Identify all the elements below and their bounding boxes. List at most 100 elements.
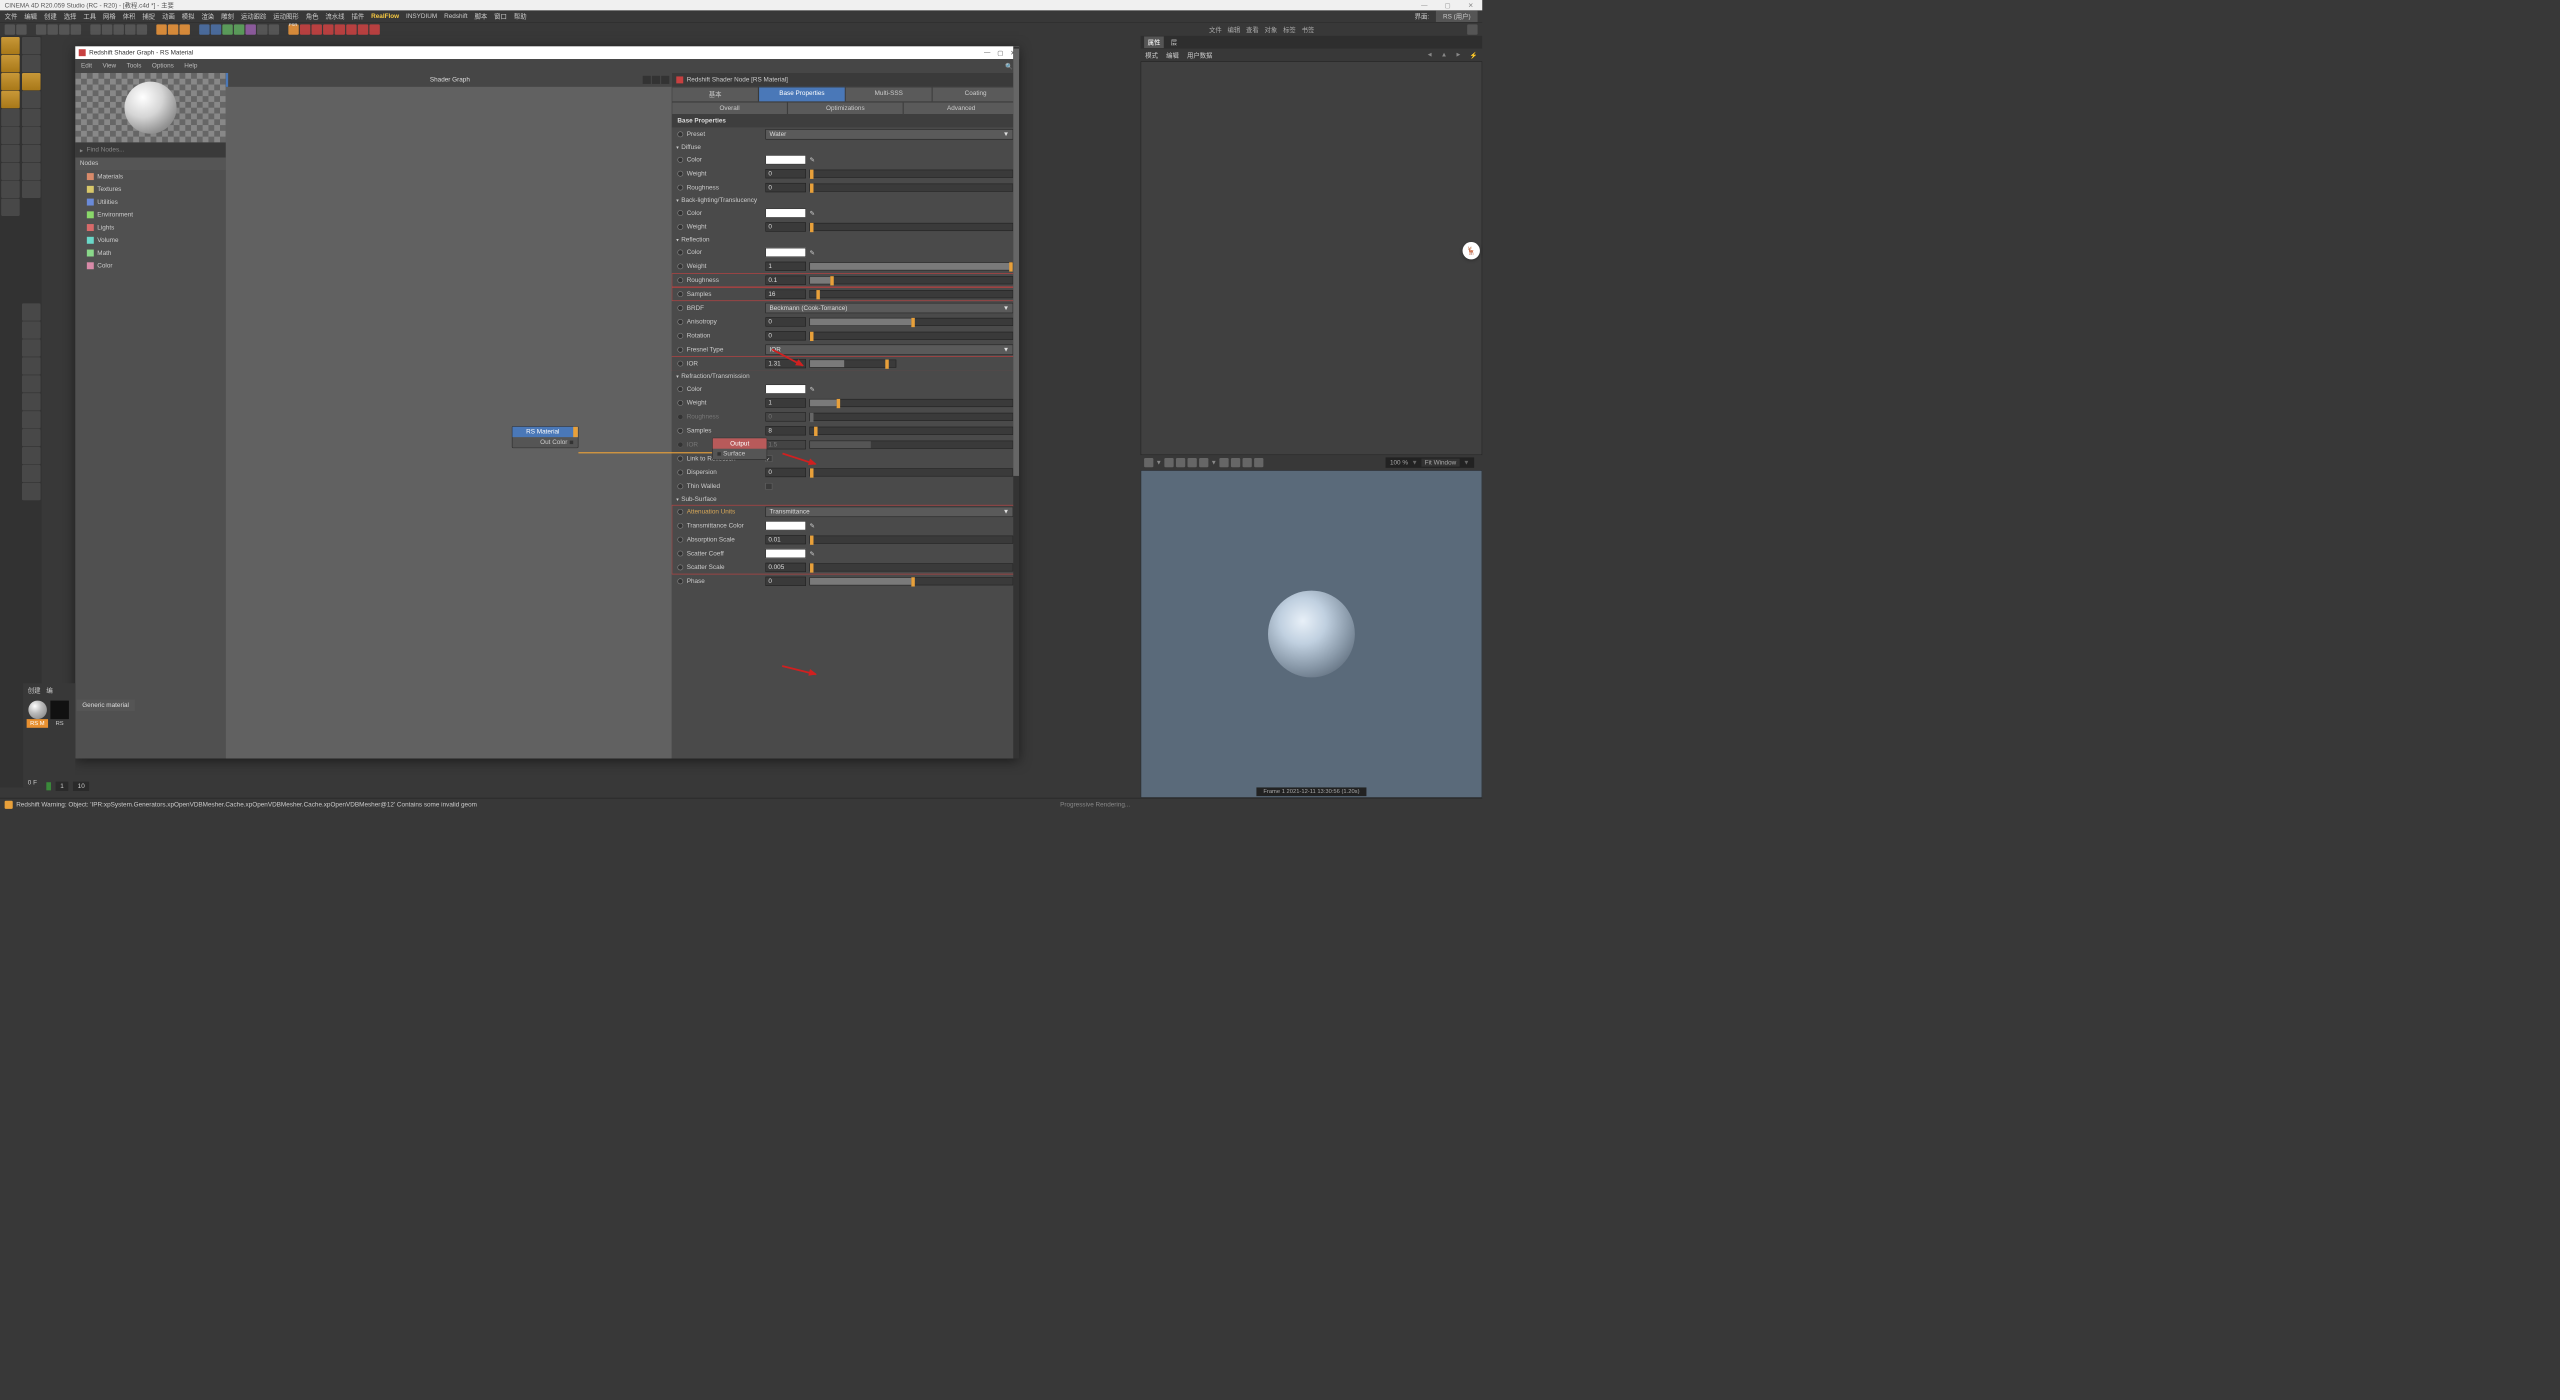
shader-graph-titlebar[interactable]: Redshift Shader Graph - RS Material — ▢ … [75,46,1019,59]
find-nodes-input[interactable]: ▸ Find Nodes... [75,142,226,157]
material-thumb-2[interactable] [50,701,69,720]
tool-m9[interactable] [22,447,41,464]
search-menu-object[interactable]: 对象 [1265,25,1278,34]
scale-icon[interactable] [59,24,69,34]
output-node-surface[interactable]: Surface [723,450,745,457]
playhead-icon[interactable] [46,782,51,790]
tool-poly[interactable] [1,91,20,108]
fresnel-dropdown[interactable]: IOR▼ [765,345,1013,355]
rv-grid-icon[interactable] [1176,458,1185,467]
color-picker-icon[interactable]: ✎ [809,386,816,393]
material-label-1[interactable]: RS M [27,719,48,728]
menu-tools[interactable]: 工具 [83,12,96,21]
psr-icon[interactable]: PSR [288,24,298,34]
render-view[interactable]: Frame 1 2021-12-11 13:30:56 (1.20s) [1141,470,1483,798]
snap-spline[interactable] [22,145,41,162]
disp-slider[interactable] [809,468,1013,476]
snap-enable[interactable] [22,37,41,54]
refr-samples-input[interactable]: 8 [765,426,806,435]
render-icon[interactable] [156,24,166,34]
node-category-materials[interactable]: Materials [75,170,226,183]
node-category-textures[interactable]: Textures [75,183,226,196]
tool-icon[interactable] [90,24,100,34]
scoeff-radio[interactable] [677,551,683,557]
search-menu-tag[interactable]: 标签 [1283,25,1296,34]
refl-samples-input[interactable]: 16 [765,290,806,299]
menu-edit[interactable]: 编辑 [24,12,37,21]
rotate-icon[interactable] [71,24,81,34]
tool-m7[interactable] [22,411,41,428]
absorp-input[interactable]: 0.01 [765,535,806,544]
absorp-slider[interactable] [809,536,1013,544]
brdf-radio[interactable] [677,305,683,311]
layout-dropdown[interactable]: RS (用户) [1436,10,1477,22]
sg-menu-options[interactable]: Options [152,63,174,70]
color-picker-icon[interactable]: ✎ [809,156,816,163]
rs-material-node[interactable]: RS Material Out Color [512,426,579,448]
rs-icon-2[interactable] [312,24,322,34]
tool-m11[interactable] [22,483,41,500]
snap-axis[interactable] [22,73,41,90]
tool-tex[interactable] [1,109,20,126]
rs-icon-3[interactable] [323,24,333,34]
scoeff-swatch[interactable] [765,549,806,558]
menu-script[interactable]: 脚本 [474,12,487,21]
fresnel-radio[interactable] [677,347,683,353]
rv-lock-icon[interactable] [1164,458,1173,467]
snap-vertex[interactable] [22,55,41,72]
tool-m10[interactable] [22,465,41,482]
color-picker-icon[interactable]: ✎ [809,210,816,217]
tab-coating[interactable]: Coating [932,87,1019,102]
aniso-input[interactable]: 0 [765,317,806,326]
tool-m8[interactable] [22,429,41,446]
rs-icon-7[interactable] [369,24,379,34]
thin-checkbox[interactable] [765,483,772,490]
undo-icon[interactable] [5,24,15,34]
rv-i3[interactable] [1242,458,1251,467]
deformer-icon[interactable] [234,24,244,34]
atten-dropdown[interactable]: Transmittance▼ [765,507,1013,517]
axis-x-icon[interactable] [102,24,112,34]
refl-color-radio[interactable] [677,250,683,256]
menu-animate[interactable]: 动画 [162,12,175,21]
modal-minimize-button[interactable]: — [984,49,990,57]
input-port[interactable] [717,452,720,455]
attr-edit[interactable]: 编辑 [1166,50,1179,59]
ior-slider[interactable] [809,360,896,368]
backlight-color-radio[interactable] [677,210,683,216]
refl-weight-radio[interactable] [677,263,683,269]
group-diffuse[interactable]: Diffuse [672,141,1019,153]
tool-m2[interactable] [22,321,41,338]
menu-simulate[interactable]: 模拟 [182,12,195,21]
frame-end[interactable]: 10 [73,782,89,791]
sg-menu-tools[interactable]: Tools [127,63,142,70]
axis-z-icon[interactable] [125,24,135,34]
sscale-slider[interactable] [809,563,1013,571]
search-menu-view[interactable]: 查看 [1246,25,1259,34]
phase-slider[interactable] [809,577,1013,585]
tool-workplane[interactable] [1,127,20,144]
tool-m3[interactable] [22,339,41,356]
refl-weight-slider[interactable] [809,262,1013,270]
transcol-radio[interactable] [677,523,683,529]
refr-samples-slider[interactable] [809,427,1013,435]
material-thumb-1[interactable] [28,701,47,720]
diffuse-color-radio[interactable] [677,157,683,163]
tool-edges[interactable] [1,73,20,90]
aniso-slider[interactable] [809,318,1013,326]
sscale-input[interactable]: 0.005 [765,563,806,572]
tool-e2[interactable] [1,163,20,180]
color-picker-icon[interactable]: ✎ [809,249,816,256]
matbrowser-edit[interactable]: 编 [46,686,52,695]
diffuse-roughness-slider[interactable] [809,184,1013,192]
preset-radio[interactable] [677,131,683,137]
snap-grid[interactable] [22,181,41,198]
node-category-lights[interactable]: Lights [75,221,226,234]
aniso-radio[interactable] [677,319,683,325]
menu-insydium[interactable]: INSYDIUM [406,13,437,20]
generator-icon[interactable] [222,24,232,34]
refr-weight-radio[interactable] [677,400,683,406]
refl-samples-radio[interactable] [677,291,683,297]
menu-mograph[interactable]: 运动图形 [273,12,298,21]
refl-roughness-slider[interactable] [809,276,1013,284]
